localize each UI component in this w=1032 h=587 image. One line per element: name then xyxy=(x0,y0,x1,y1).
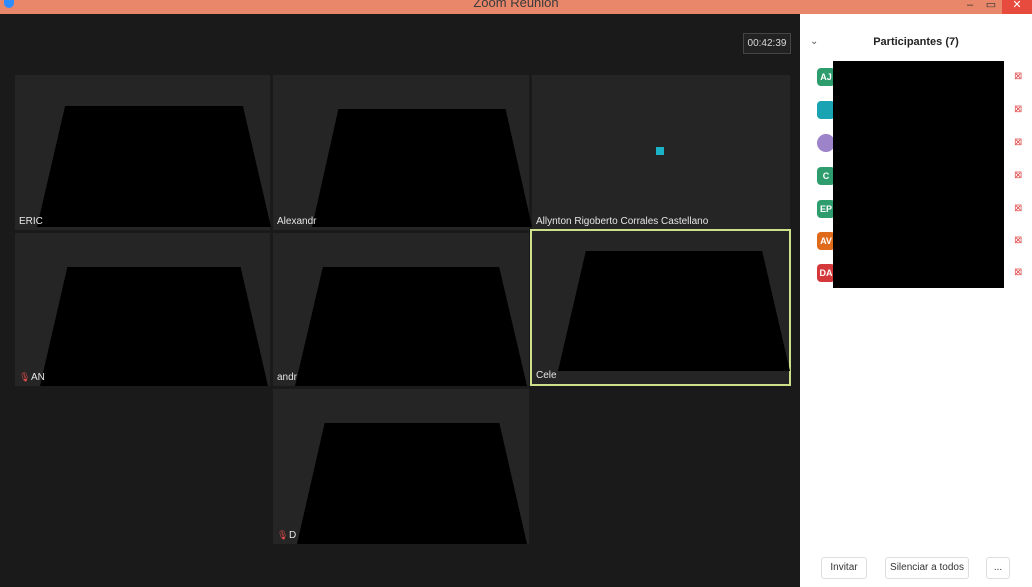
video-off-icon[interactable]: ⊠ xyxy=(1014,104,1022,115)
participant-name: D xyxy=(289,530,297,541)
title-bar: Zoom Reunión – ▭ ✕ xyxy=(0,0,1032,14)
video-off-icon[interactable]: ⊠ xyxy=(1014,203,1022,214)
minimize-button[interactable]: – xyxy=(960,0,980,14)
video-off-icon[interactable]: ⊠ xyxy=(1014,137,1022,148)
participant-name: Allynton Rigoberto Corrales Castellano xyxy=(536,216,709,227)
video-tile[interactable]: Alexandr xyxy=(273,75,532,230)
video-tile[interactable]: ERIC xyxy=(15,75,271,230)
participant-name: Cele xyxy=(536,370,557,381)
video-feed xyxy=(40,267,268,386)
mic-muted-icon: 🎙 xyxy=(19,372,31,382)
more-options-button[interactable]: ... xyxy=(986,557,1010,579)
video-off-icon[interactable]: ⊠ xyxy=(1014,235,1022,246)
participant-name: AN xyxy=(31,372,45,383)
video-indicator xyxy=(656,147,664,155)
video-feed xyxy=(295,267,527,386)
video-tile[interactable]: 🎙 AN xyxy=(15,233,270,386)
video-feed xyxy=(37,106,271,227)
video-tile[interactable]: Allynton Rigoberto Corrales Castellano xyxy=(532,75,790,230)
video-feed xyxy=(297,423,527,544)
mute-all-button[interactable]: Silenciar a todos xyxy=(885,557,969,579)
participant-name: andr xyxy=(277,372,298,383)
redacted-names-block xyxy=(833,61,1004,288)
participants-title: Participantes (7) xyxy=(873,36,959,48)
video-tile-active-speaker[interactable]: Cele xyxy=(530,229,791,386)
meeting-timer: 00:42:39 xyxy=(743,33,791,54)
participant-name: ERIC xyxy=(19,216,43,227)
video-off-icon[interactable]: ⊠ xyxy=(1014,170,1022,181)
close-button[interactable]: ✕ xyxy=(1002,0,1032,14)
participant-name: Alexandr xyxy=(277,216,317,227)
video-feed xyxy=(312,109,532,227)
video-tile[interactable]: andr xyxy=(273,233,529,386)
video-feed xyxy=(558,251,790,371)
invite-button[interactable]: Invitar xyxy=(821,557,867,579)
maximize-button[interactable]: ▭ xyxy=(980,0,1002,14)
video-tile[interactable]: 🎙 D xyxy=(273,389,529,544)
mic-muted-icon: 🎙 xyxy=(277,530,289,540)
video-off-icon[interactable]: ⊠ xyxy=(1014,267,1022,278)
video-off-icon[interactable]: ⊠ xyxy=(1014,71,1022,82)
window-title: Zoom Reunión xyxy=(473,0,559,10)
